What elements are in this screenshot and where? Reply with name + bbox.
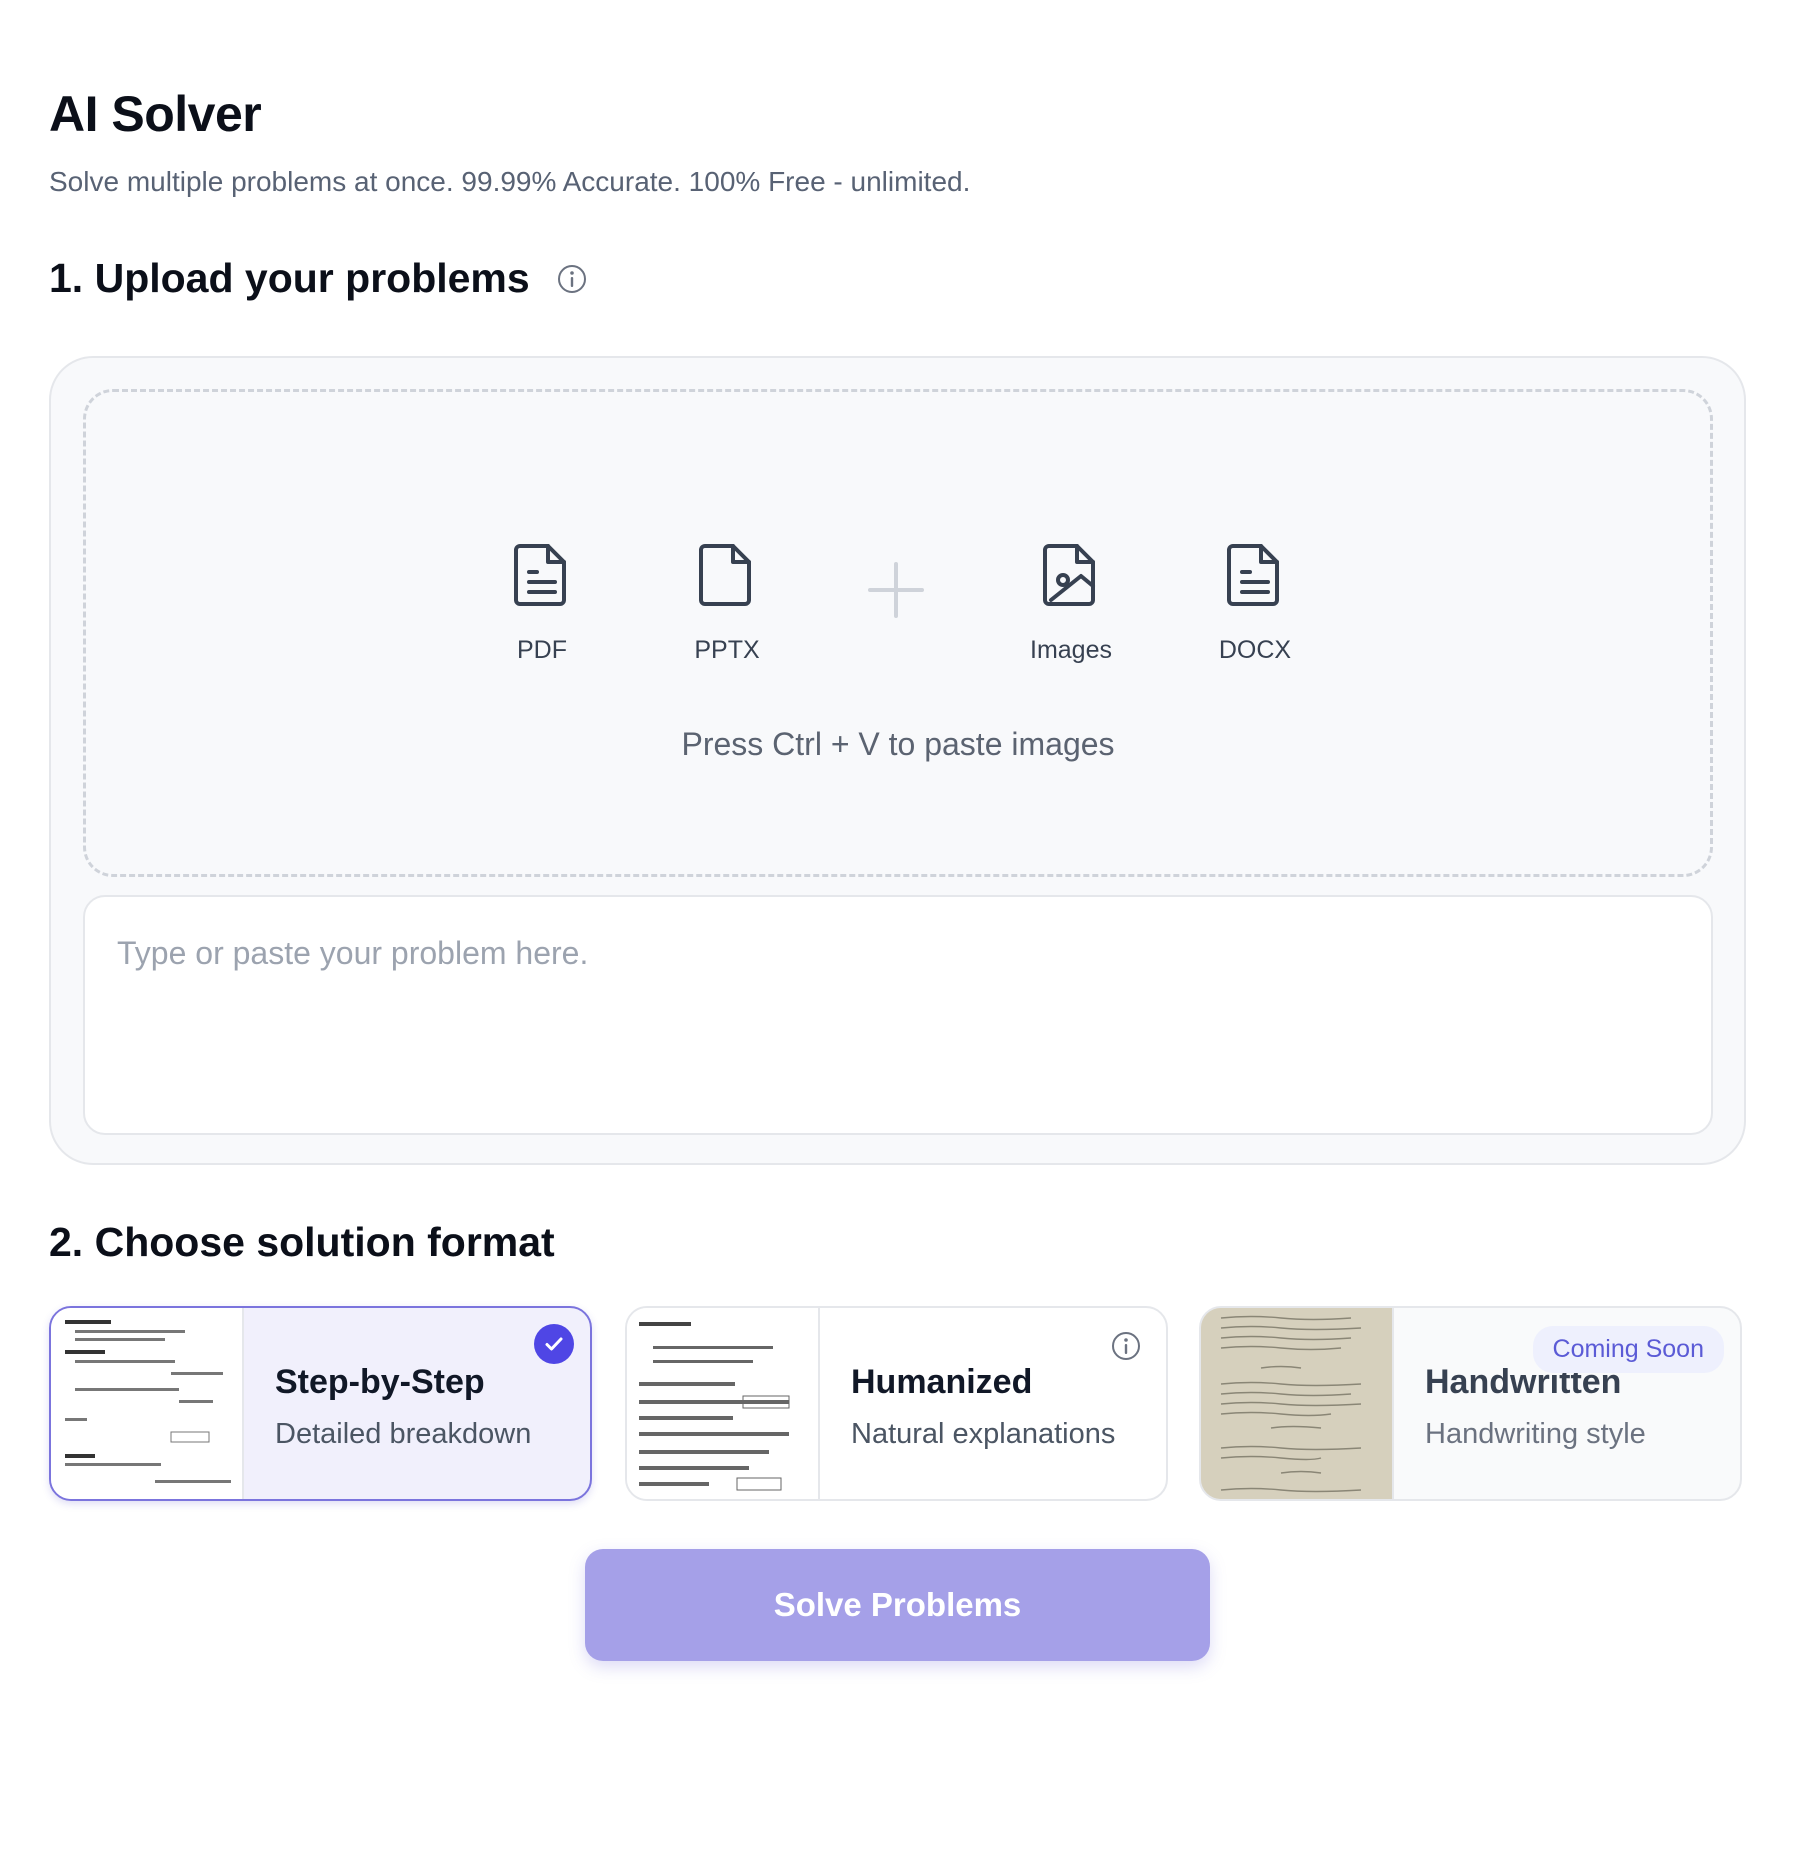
page-subtitle: Solve multiple problems at once. 99.99% … — [49, 166, 971, 197]
filetype-label: PDF — [517, 636, 567, 664]
format-option-description: Handwriting style — [1425, 1418, 1646, 1450]
upload-section-heading: 1. Upload your problems — [49, 255, 588, 302]
solve-problems-button[interactable]: Solve Problems — [585, 1549, 1210, 1661]
filetype-pptx: PPTX — [657, 540, 797, 665]
upload-heading-text: 1. Upload your problems — [49, 255, 530, 301]
filetype-label: PPTX — [694, 636, 760, 664]
selected-check-icon — [534, 1324, 574, 1364]
filetype-pdf: PDF — [472, 540, 612, 665]
format-option-step-by-step[interactable]: Step-by-Step Detailed breakdown — [49, 1306, 592, 1501]
step-by-step-preview-image — [51, 1308, 244, 1499]
page-title: AI Solver — [49, 86, 262, 142]
format-option-title: Humanized — [851, 1363, 1033, 1401]
format-option-humanized[interactable]: Humanized Natural explanations — [625, 1306, 1168, 1501]
format-option-description: Natural explanations — [851, 1418, 1116, 1450]
format-option-title: Step-by-Step — [275, 1363, 485, 1401]
humanized-preview-image — [627, 1308, 820, 1499]
plus-icon — [868, 562, 924, 618]
format-option-description: Detailed breakdown — [275, 1418, 532, 1450]
pdf-file-icon — [514, 544, 566, 606]
filetype-docx: DOCX — [1185, 540, 1325, 665]
info-icon[interactable] — [556, 263, 588, 295]
docx-file-icon — [1227, 544, 1279, 606]
file-dropzone[interactable] — [83, 389, 1713, 877]
problem-input[interactable] — [83, 895, 1713, 1135]
info-icon[interactable] — [1110, 1330, 1142, 1362]
coming-soon-badge: Coming Soon — [1532, 1326, 1724, 1373]
handwritten-preview-image — [1201, 1308, 1394, 1499]
image-file-icon — [1043, 544, 1095, 606]
format-section-heading: 2. Choose solution format — [49, 1219, 555, 1265]
filetype-images: Images — [1001, 540, 1141, 665]
format-option-handwritten: Handwritten Handwriting style Coming Soo… — [1199, 1306, 1742, 1501]
filetype-label: DOCX — [1218, 636, 1292, 664]
filetype-label: Images — [1030, 636, 1112, 664]
paste-hint: Press Ctrl + V to paste images — [681, 726, 1115, 762]
pptx-file-icon — [699, 544, 751, 606]
